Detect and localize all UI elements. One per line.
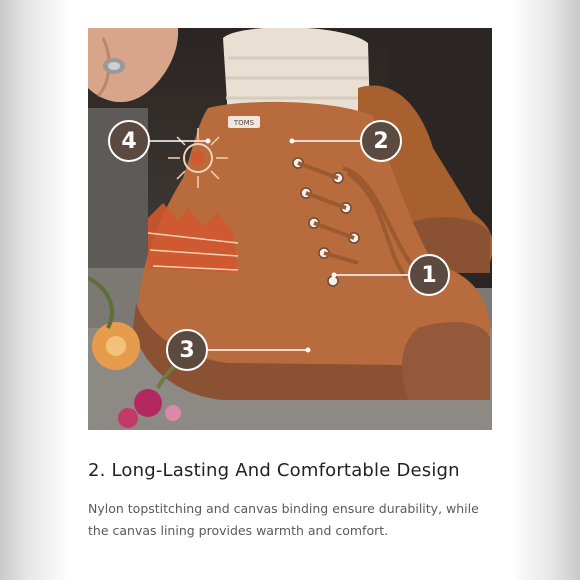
product-feature-card: TOMS 4 2 1 3 2. Long-Lasting And Comfort… — [70, 0, 510, 580]
feature-heading: 2. Long-Lasting And Comfortable Design — [88, 460, 460, 481]
shoe-illustration: TOMS — [88, 28, 492, 430]
callout-label: 2 — [373, 128, 389, 154]
callout-label: 4 — [121, 128, 137, 154]
callout-marker-3[interactable]: 3 — [166, 329, 208, 371]
product-photo: TOMS 4 2 1 3 — [88, 28, 492, 430]
feature-description: Nylon topstitching and canvas binding en… — [88, 501, 479, 538]
right-vignette — [510, 0, 580, 580]
callout-marker-1[interactable]: 1 — [408, 254, 450, 296]
callout-marker-2[interactable]: 2 — [360, 120, 402, 162]
callout-label: 1 — [421, 262, 437, 288]
brand-tag-text: TOMS — [233, 119, 255, 127]
left-vignette — [0, 0, 70, 580]
callout-marker-4[interactable]: 4 — [108, 120, 150, 162]
callout-label: 3 — [179, 337, 195, 363]
